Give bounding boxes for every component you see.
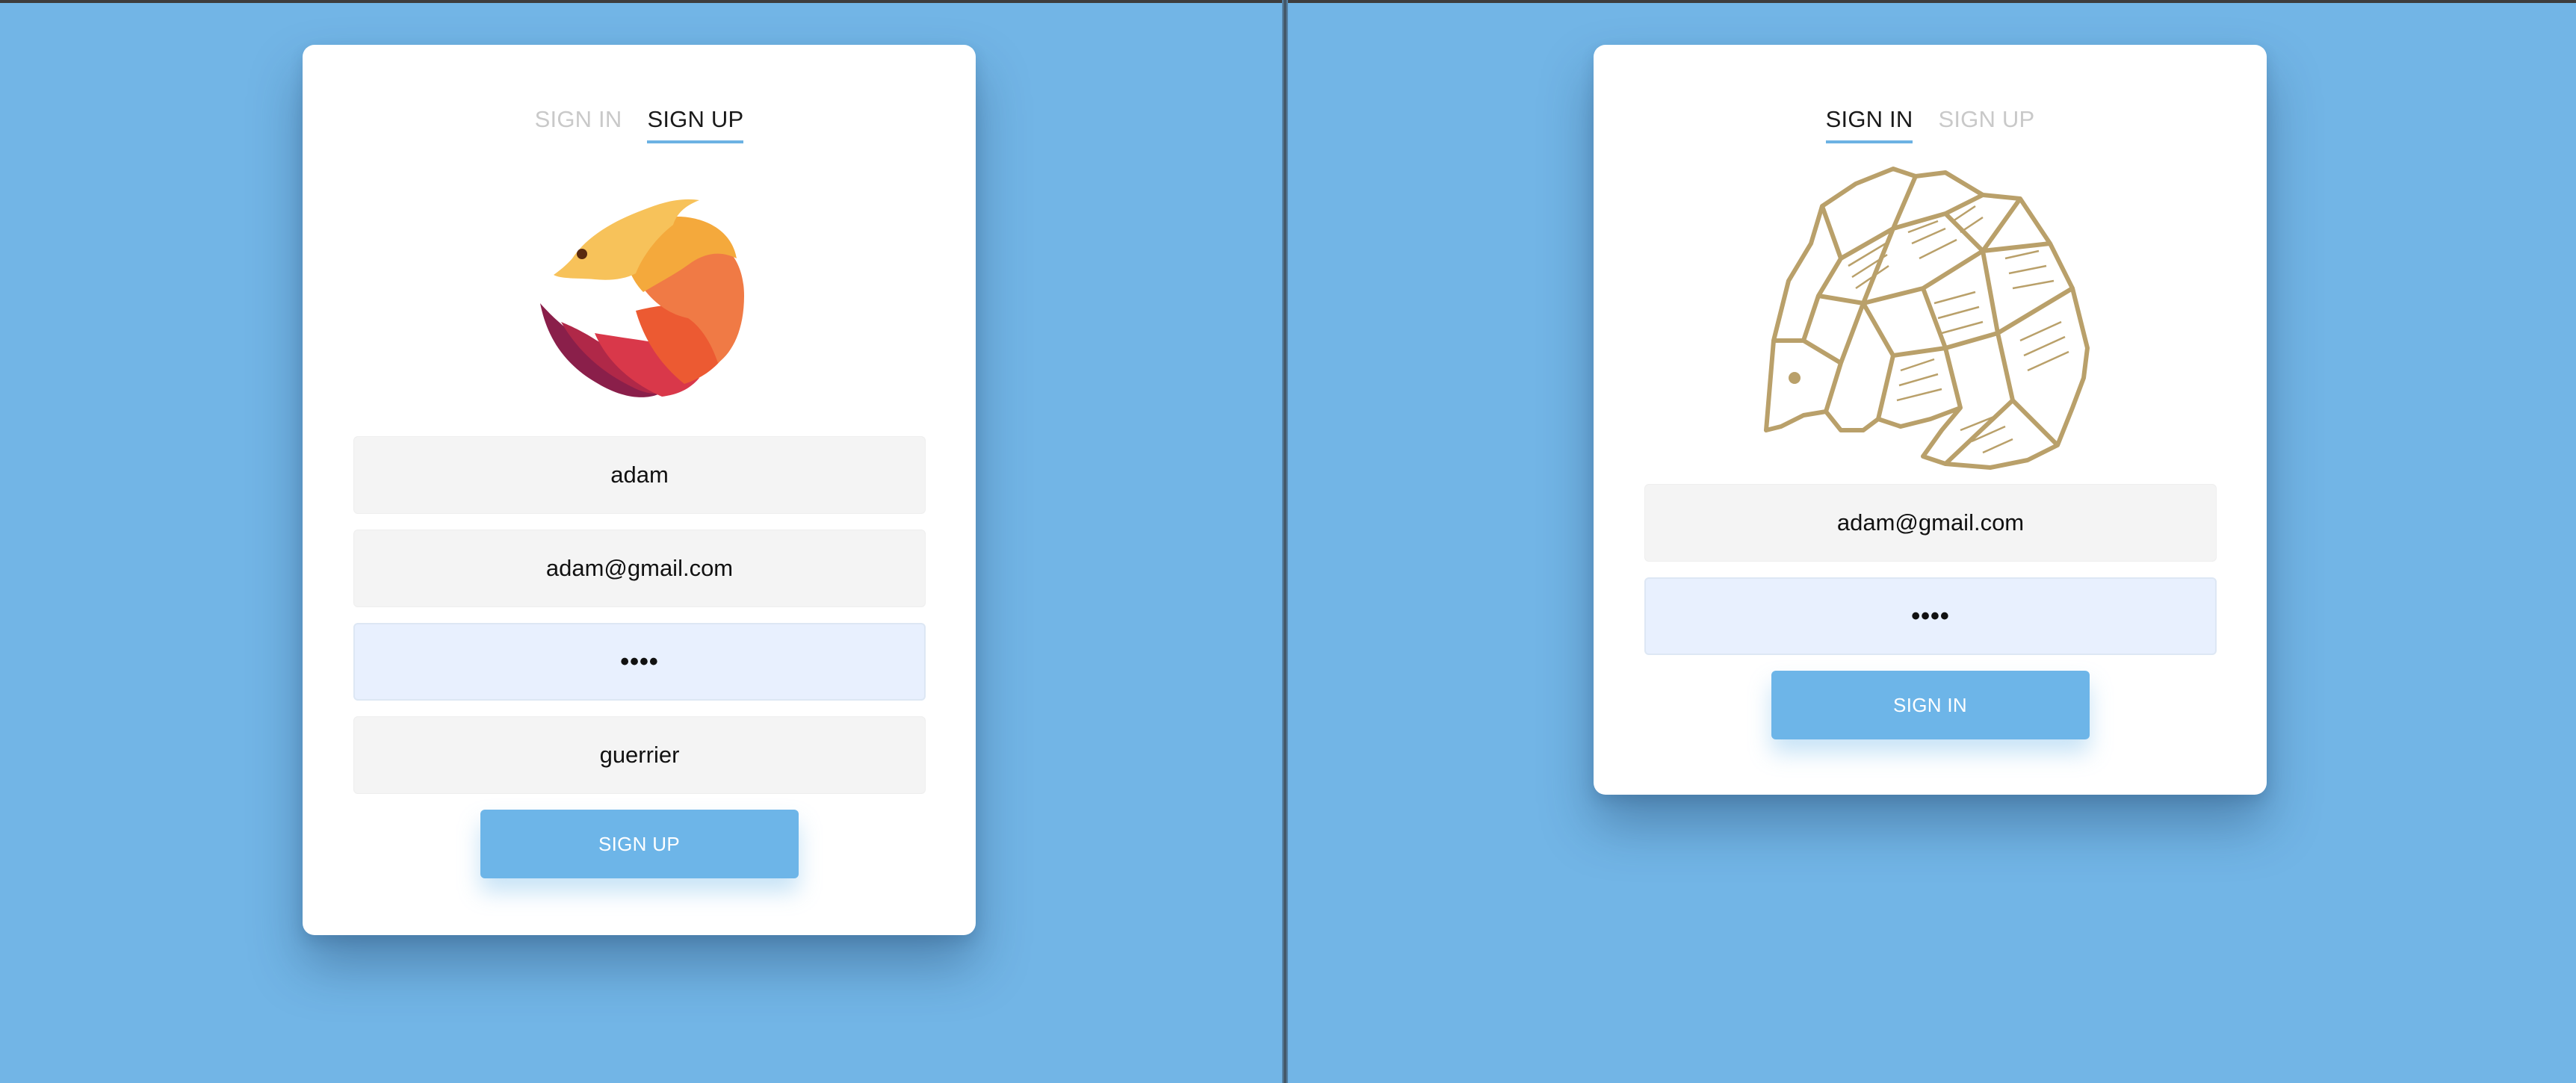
- tab-sign-in[interactable]: SIGN IN: [1825, 106, 1913, 143]
- password-mask: ••••: [1911, 601, 1950, 630]
- left-pane: SIGN IN SIGN UP adam adam@gmail.com ••••: [0, 3, 1282, 1083]
- auth-tabs: SIGN IN SIGN UP: [303, 106, 976, 143]
- pangolin-color-logo-icon: [539, 199, 744, 397]
- signup-card: SIGN IN SIGN UP adam adam@gmail.com ••••: [303, 45, 976, 935]
- tab-sign-up[interactable]: SIGN UP: [647, 106, 744, 143]
- username-input[interactable]: adam: [353, 436, 926, 514]
- pangolin-outline-logo-icon: [1763, 167, 2090, 470]
- signin-card: SIGN IN SIGN UP adam@gmail.com •••• SIGN…: [1594, 45, 2267, 795]
- sign-up-button[interactable]: SIGN UP: [480, 810, 799, 878]
- tab-sign-up[interactable]: SIGN UP: [1938, 106, 2034, 143]
- password-input[interactable]: ••••: [1644, 577, 2217, 655]
- email-input[interactable]: adam@gmail.com: [1644, 484, 2217, 562]
- auth-tabs: SIGN IN SIGN UP: [1594, 106, 2267, 143]
- sign-in-button[interactable]: SIGN IN: [1771, 671, 2090, 739]
- tab-sign-in[interactable]: SIGN IN: [535, 106, 622, 143]
- right-pane: SIGN IN SIGN UP adam@gmail.com •••• SIGN…: [1288, 3, 2576, 1083]
- email-input[interactable]: adam@gmail.com: [353, 530, 926, 607]
- password-mask: ••••: [620, 647, 659, 676]
- password-input[interactable]: ••••: [353, 623, 926, 701]
- clan-input[interactable]: guerrier: [353, 716, 926, 794]
- pane-divider[interactable]: [1282, 0, 1288, 1083]
- split-screen: SIGN IN SIGN UP adam adam@gmail.com ••••: [0, 0, 2576, 1083]
